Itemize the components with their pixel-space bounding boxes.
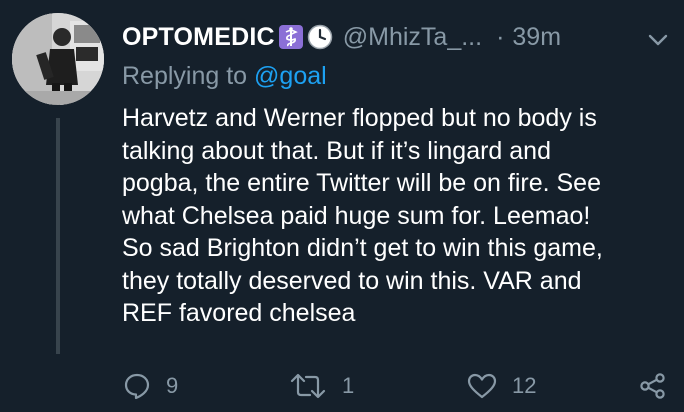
retweet-button[interactable]: 1: [288, 366, 354, 406]
avatar-photo: [12, 13, 104, 105]
timestamp[interactable]: 39m: [512, 23, 561, 52]
separator-dot: ·: [496, 22, 505, 51]
action-bar: 9 1 12: [0, 366, 684, 406]
like-count: 12: [512, 373, 537, 398]
thread-line: [56, 118, 60, 354]
tweet-text-line: REF favored chelsea: [122, 299, 356, 327]
tweet-header: OPTOMEDIC @MhizTa_... · 39m: [122, 18, 672, 56]
retweet-icon: [290, 373, 326, 399]
medical-caduceus-icon: [278, 24, 303, 50]
replying-to-label: Replying to: [122, 62, 255, 90]
tweet-text-line: So sad Brighton didn’t get to win this g…: [122, 234, 603, 262]
tweet-text-line: they totally deserved to win this. VAR a…: [122, 266, 582, 295]
display-name[interactable]: OPTOMEDIC: [122, 23, 275, 52]
replying-to: Replying to @goal: [122, 62, 327, 91]
chevron-down-icon[interactable]: [646, 28, 670, 52]
share-button[interactable]: [638, 366, 668, 406]
reply-button[interactable]: 9: [122, 366, 178, 406]
tweet-text-line: Harvetz and Werner flopped but no body i…: [122, 104, 597, 132]
clock-icon: [307, 24, 333, 50]
reply-count: 9: [166, 373, 179, 398]
retweet-count: 1: [342, 373, 355, 398]
heart-icon: [467, 373, 497, 399]
share-icon: [640, 373, 665, 399]
tweet-text: Harvetz and Werner flopped but no body i…: [122, 102, 672, 330]
tweet[interactable]: OPTOMEDIC @MhizTa_... · 39m Replying to …: [0, 0, 684, 412]
avatar[interactable]: [12, 13, 104, 105]
reply-bubble-icon: [124, 373, 150, 400]
like-button[interactable]: 12: [466, 366, 536, 406]
reply-mention-link[interactable]: @goal: [254, 62, 327, 90]
tweet-text-line: what Chelsea paid huge sum for. Leemao!: [122, 201, 591, 230]
tweet-text-line: pogba, the entire Twitter will be on fir…: [122, 169, 601, 197]
tweet-text-line: talking about that. But if it’s lingard …: [122, 136, 551, 165]
username-handle[interactable]: @MhizTa_...: [343, 23, 482, 52]
